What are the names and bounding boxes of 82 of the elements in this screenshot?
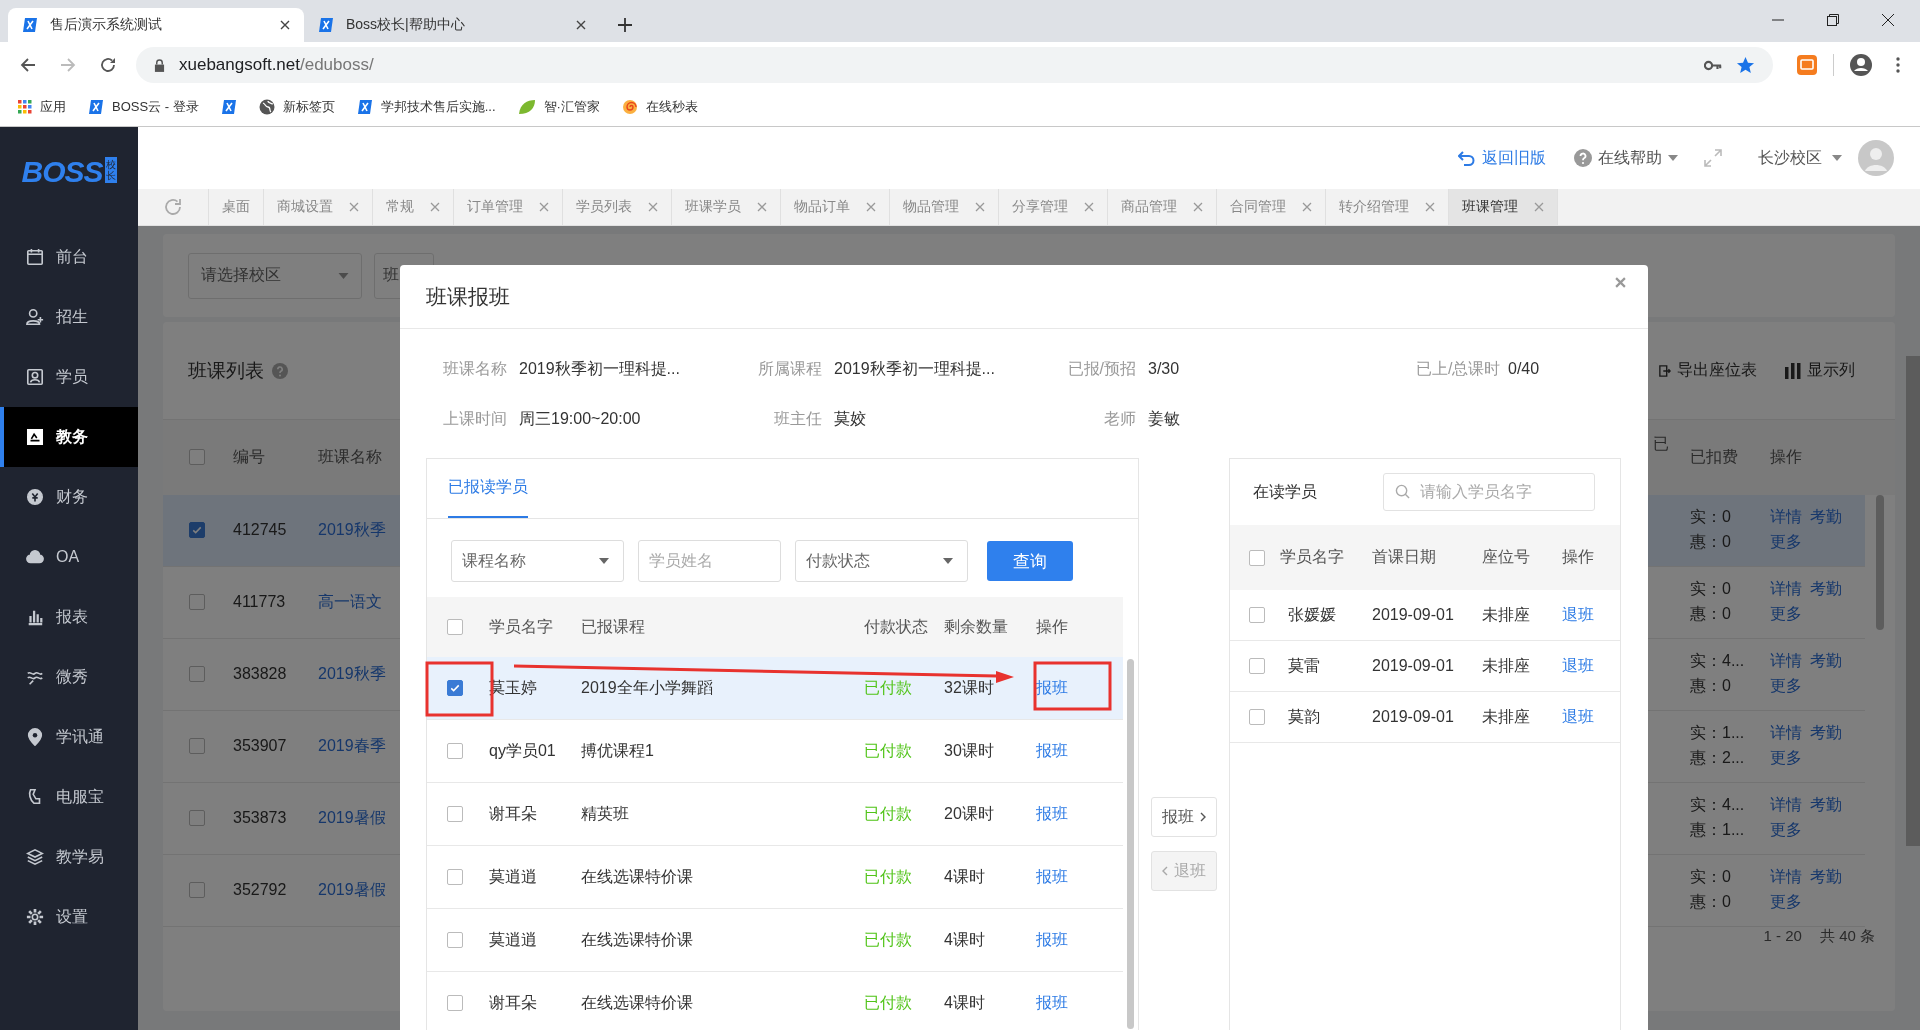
table-cell-text: 32课时 [944,677,995,698]
table-cell-text: 4课时 [944,866,986,887]
field-value: 3/30 [1148,360,1180,378]
table-cell-text: 412745 [233,521,288,540]
table-cell-text: 精英班 [581,803,630,824]
column-header: 操作 [1770,446,1803,467]
page-range: 1 - 20 [1763,926,1802,944]
table-cell-text: 实：0 [1690,579,1732,600]
field-value: 2019秋季初一理科提... [519,358,680,379]
table-cell-text: 353907 [233,737,288,756]
table-cell-text: 未排座 [1482,604,1531,625]
field-value: 周三19:00~20:00 [519,408,641,429]
field-label: 上课时间 [442,408,507,429]
table-cell-text: 30课时 [944,740,995,761]
field-value: 0/40 [1508,360,1540,378]
table-cell-text: qy学员01 [489,740,557,761]
column-header: 剩余数量 [944,616,1009,637]
column-header: 已 [1653,434,1670,455]
table-cell-text: 莫逍逍 [489,929,538,950]
field-label: 老师 [1103,408,1136,429]
table-cell-text: 已付款 [864,992,913,1013]
column-header: 操作 [1562,547,1595,567]
column-header: 已报课程 [581,616,646,637]
table-cell-text: 莫雷 [1287,655,1321,676]
table-cell-text: 已付款 [864,740,913,761]
table-cell-text: 实：4... [1690,651,1746,672]
table-cell-text: 未排座 [1482,655,1531,676]
table-cell-text: 4课时 [944,992,986,1013]
table-cell-text: 惠：0 [1690,676,1732,697]
table-cell-text: 实：0 [1690,867,1732,888]
column-header: 付款状态 [864,616,929,637]
table-cell-text: 实：4... [1690,795,1746,816]
table-cell-text: 莫韵 [1287,706,1321,727]
table-cell-text: 惠：0 [1690,604,1732,625]
table-cell-text: 惠：0 [1690,532,1732,553]
field-label: 班课名称 [442,358,507,379]
table-cell-text: 实：1... [1690,723,1746,744]
table-cell-text: 353873 [233,809,288,828]
table-cell-text: 莫逍逍 [489,866,538,887]
column-header: 编号 [233,446,266,467]
table-cell-text: 实：0 [1690,507,1732,528]
column-header: 班课名称 [318,446,383,467]
table-cell-text: 惠：0 [1690,892,1732,913]
field-label: 已报/预招 [1066,358,1136,379]
column-header: 首课日期 [1372,547,1437,567]
field-label: 班主任 [773,408,822,429]
total-count: 共 40 条 [1819,926,1875,946]
panel-title: 在读学员 [1253,481,1317,502]
table-cell-text: 在线选课特价课 [581,866,694,887]
table-cell-text: 谢耳朵 [489,992,538,1013]
table-cell-text: 2019-09-01 [1372,606,1455,624]
table-cell-text: 在线选课特价课 [581,992,694,1013]
table-cell-text: 搏优课程1 [581,740,655,761]
table-cell-text: 2019-09-01 [1372,657,1455,675]
table-cell-text: 已付款 [864,866,913,887]
column-header: 学员名字 [1280,547,1345,567]
field-label: 所属课程 [757,358,822,379]
table-cell-text: 未排座 [1482,706,1531,727]
table-cell-text: 已付款 [864,803,913,824]
field-value: 2019秋季初一理科提... [834,358,995,379]
dialog-title: 班课报班 [426,283,510,310]
table-cell-text: 411773 [233,593,287,612]
field-value: 莫姣 [834,408,866,429]
column-header: 已扣费 [1690,446,1739,467]
column-header: 座位号 [1482,547,1531,567]
table-cell-text: 惠：2... [1690,748,1746,769]
table-cell-text: 谢耳朵 [489,803,538,824]
column-header: 学员名字 [489,616,554,637]
table-cell-text: 惠：1... [1690,820,1746,841]
table-cell-text: 已付款 [864,929,913,950]
table-cell-text: 383828 [233,665,288,684]
column-header: 操作 [1036,616,1069,637]
table-cell-text: 352792 [233,881,288,900]
table-cell-text: 已付款 [864,677,913,698]
table-cell-text: 4课时 [944,929,986,950]
field-value: 姜敏 [1148,408,1180,429]
table-cell-text: 2019-09-01 [1372,708,1455,726]
list-title: 班课列表 [188,358,264,383]
table-cell-text: 张媛媛 [1287,604,1337,625]
table-cell-text: 20课时 [944,803,995,824]
table-cell-text: 2019全年小学舞蹈 [581,677,714,698]
table-cell-text: 在线选课特价课 [581,929,694,950]
